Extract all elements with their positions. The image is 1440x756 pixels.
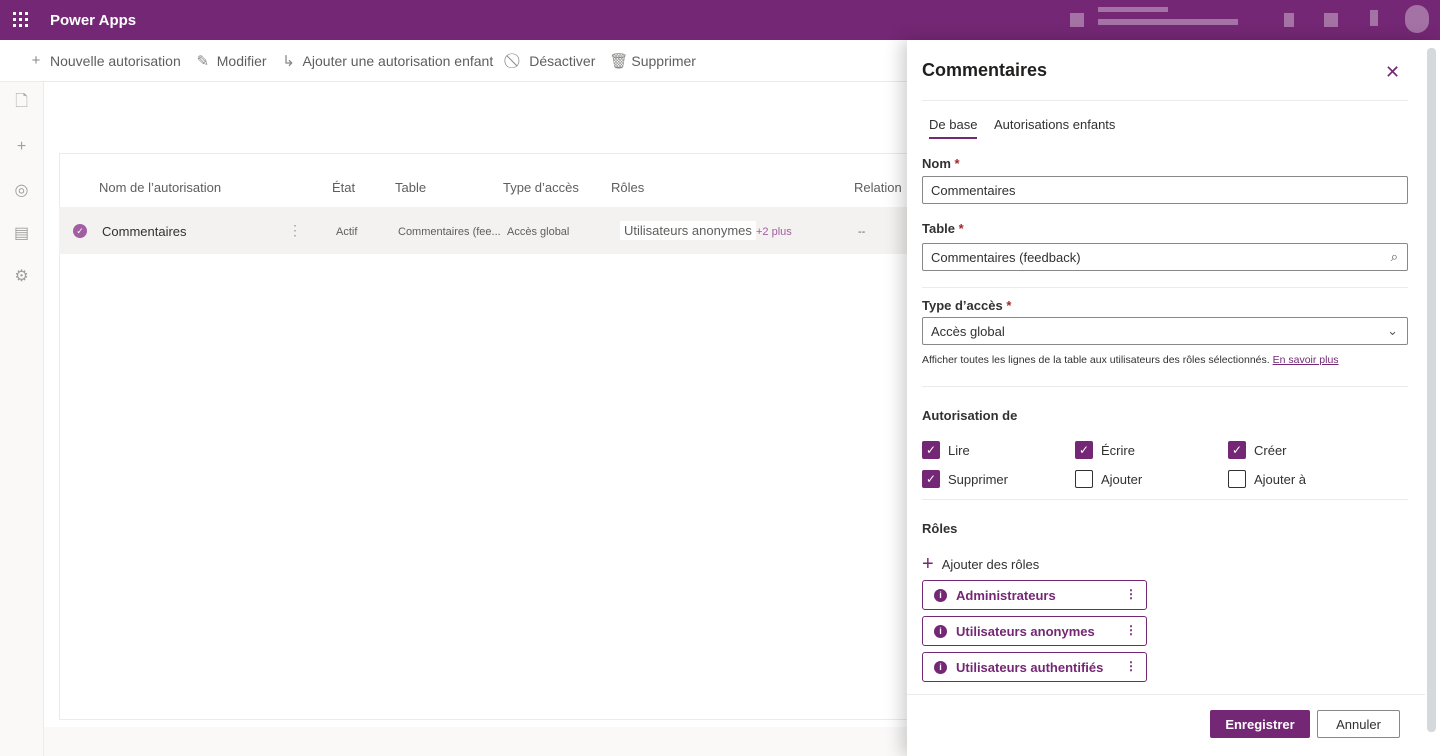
close-icon[interactable]: ✕ (1385, 62, 1400, 83)
tab-child-permissions[interactable]: Autorisations enfants (994, 117, 1115, 132)
search-icon[interactable]: ⌕ (1391, 249, 1398, 265)
roles-label: Rôles (922, 521, 958, 536)
new-permission-button[interactable]: + Nouvelle autorisation (28, 52, 181, 69)
checkbox-icon: ✓ (922, 470, 940, 488)
palette-icon[interactable]: ◎ (0, 168, 43, 211)
top-bar: Power Apps (0, 0, 1440, 40)
permission-checkbox[interactable]: ✓ Supprimer (922, 470, 1008, 488)
info-icon: i (934, 660, 947, 674)
edit-button[interactable]: ✎ Modifier (195, 52, 266, 70)
cancel-button[interactable]: Annuler (1317, 710, 1400, 738)
environment-icon[interactable] (1070, 13, 1084, 27)
role-chip[interactable]: i Administrateurs ⋮ (922, 580, 1147, 610)
more-icon[interactable]: ⋮ (1125, 623, 1137, 637)
save-button[interactable]: Enregistrer (1210, 710, 1310, 738)
plus-icon[interactable]: + (0, 125, 43, 168)
column-header-relation[interactable]: Relation (854, 180, 902, 195)
access-type-help: Afficher toutes les lignes de la table a… (922, 354, 1339, 366)
block-icon: ⃠ (507, 52, 523, 69)
role-chip[interactable]: i Utilisateurs authentifiés ⋮ (922, 652, 1147, 682)
help-icon[interactable] (1370, 10, 1378, 26)
table-lookup[interactable]: Commentaires (feedback) ⌕ (922, 243, 1408, 271)
chevron-down-icon: ⌄ (1387, 323, 1398, 338)
checkbox-icon: ✓ (1228, 441, 1246, 459)
environment-name (1098, 19, 1238, 25)
avatar[interactable] (1405, 5, 1429, 33)
plus-icon: + (31, 52, 41, 69)
more-icon[interactable]: ⋮ (1125, 587, 1137, 601)
permission-checkbox[interactable]: Ajouter (1075, 470, 1142, 488)
access-type-dropdown[interactable]: Accès global ⌄ (922, 317, 1408, 345)
info-icon: i (934, 624, 947, 638)
info-icon: i (934, 588, 947, 602)
pencil-icon: ✎ (196, 52, 210, 70)
row-name[interactable]: Commentaires (102, 224, 187, 239)
page-icon[interactable]: 🗋 (0, 82, 43, 125)
permission-checkbox[interactable]: ✓ Créer (1228, 441, 1287, 459)
column-header-table[interactable]: Table (395, 180, 426, 195)
row-state: Actif (336, 226, 358, 238)
add-child-permission-button[interactable]: ↳ Ajouter une autorisation enfant (281, 52, 493, 70)
row-relation: -- (858, 226, 866, 238)
more-icon[interactable]: ⋮ (1125, 659, 1137, 673)
permission-panel: Commentaires ✕ De base Autorisations enf… (907, 40, 1440, 756)
delete-button[interactable]: 🗑 Supprimer (609, 52, 696, 70)
scrollbar[interactable] (1427, 48, 1436, 732)
permission-checkbox[interactable]: Ajouter à (1228, 470, 1306, 488)
gear-icon[interactable]: ⚙ (0, 254, 43, 297)
notification-icon[interactable] (1284, 13, 1294, 27)
column-header-roles[interactable]: Rôles (611, 180, 644, 195)
row-table: Commentaires (fee... (398, 226, 501, 238)
tab-basic[interactable]: De base (929, 117, 978, 139)
name-label: Nom * (922, 156, 960, 171)
add-roles-button[interactable]: + Ajouter des rôles (922, 553, 1039, 576)
permission-checkbox[interactable]: ✓ Écrire (1075, 441, 1135, 459)
environment-label (1098, 7, 1168, 12)
app-launcher-icon[interactable] (13, 12, 29, 28)
settings-icon[interactable] (1324, 13, 1338, 27)
checkbox-icon: ✓ (922, 441, 940, 459)
role-chip[interactable]: i Utilisateurs anonymes ⋮ (922, 616, 1147, 646)
column-header-access-type[interactable]: Type d’accès (503, 180, 579, 195)
plus-icon: + (922, 553, 934, 575)
name-input[interactable]: Commentaires (922, 176, 1408, 204)
row-more-icon[interactable]: ⋮ (288, 222, 302, 239)
app-title: Power Apps (50, 12, 137, 29)
column-header-state[interactable]: État (332, 180, 355, 195)
table-label: Table * (922, 221, 964, 236)
deactivate-button[interactable]: ⃠Désactiver (507, 52, 595, 69)
row-role: Utilisateurs anonymes (620, 221, 756, 240)
panel-title: Commentaires (922, 60, 1048, 80)
checkbox-icon (1075, 470, 1093, 488)
child-arrow-icon: ↳ (282, 52, 295, 70)
left-rail: 🗋 + ◎ ▤ ⚙ (0, 82, 44, 756)
permission-checkbox[interactable]: ✓ Lire (922, 441, 970, 459)
checkbox-icon (1228, 470, 1246, 488)
checkbox-icon: ✓ (1075, 441, 1093, 459)
row-selected-icon[interactable]: ✓ (73, 224, 87, 238)
learn-more-link[interactable]: En savoir plus (1273, 354, 1339, 366)
column-header-name[interactable]: Nom de l’autorisation (99, 180, 221, 195)
row-roles-more[interactable]: +2 plus (756, 226, 792, 238)
access-type-label: Type d’accès * (922, 298, 1012, 313)
trash-icon: 🗑 (609, 52, 629, 70)
layout-icon[interactable]: ▤ (0, 211, 43, 254)
row-access: Accès global (507, 226, 570, 238)
table-row[interactable]: ✓ Commentaires ⋮ Actif Commentaires (fee… (59, 207, 907, 254)
permissions-label: Autorisation de (922, 408, 1018, 423)
